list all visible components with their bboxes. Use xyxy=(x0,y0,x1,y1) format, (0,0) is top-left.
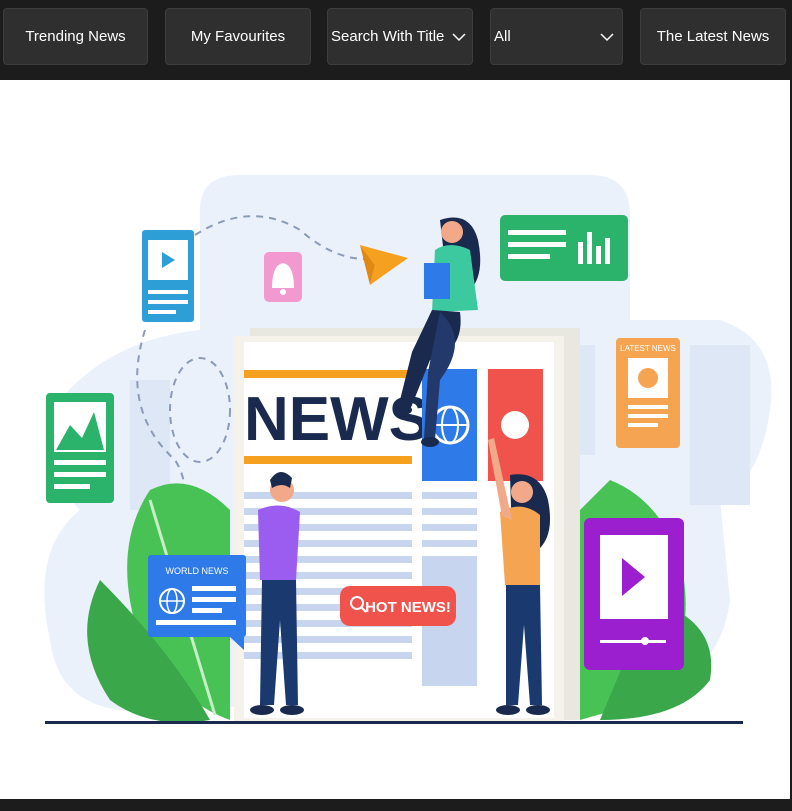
bell-icon xyxy=(264,252,302,302)
my-favourites-button[interactable]: My Favourites xyxy=(165,8,311,65)
video-tablet-icon xyxy=(584,518,684,670)
chevron-down-icon xyxy=(452,32,466,41)
trending-news-label: Trending News xyxy=(25,28,126,45)
category-select[interactable]: All xyxy=(490,8,623,65)
trending-news-button[interactable]: Trending News xyxy=(3,8,148,65)
news-illustration: LATEST NEWS NEWS WORLD NEWS HOT NEWS! xyxy=(44,175,772,724)
my-favourites-label: My Favourites xyxy=(190,28,286,45)
bottom-bar xyxy=(0,799,792,811)
world-news-card: WORLD NEWS xyxy=(148,555,246,650)
latest-news-label: The Latest News xyxy=(656,28,770,45)
chevron-down-icon xyxy=(600,32,614,41)
news-illustration-panel: LATEST NEWS NEWS WORLD NEWS HOT NEWS! xyxy=(0,80,790,799)
search-mode-select[interactable]: Search With Title xyxy=(327,8,473,65)
hot-news-badge: HOT NEWS! xyxy=(340,586,456,626)
image-card-icon xyxy=(46,393,114,503)
ground-line xyxy=(45,721,743,724)
latest-news-button[interactable]: The Latest News xyxy=(640,8,786,65)
video-card-icon xyxy=(142,230,194,322)
top-toolbar: Trending News My Favourites Search With … xyxy=(0,0,792,80)
latest-news-card: LATEST NEWS xyxy=(616,338,680,448)
hot-news-label: HOT NEWS! xyxy=(365,599,451,616)
world-news-card-label: WORLD NEWS xyxy=(166,566,229,576)
search-mode-value: Search With Title xyxy=(331,28,445,45)
latest-news-card-label: LATEST NEWS xyxy=(620,344,676,353)
stats-card-icon xyxy=(500,215,628,281)
category-value: All xyxy=(494,28,511,45)
